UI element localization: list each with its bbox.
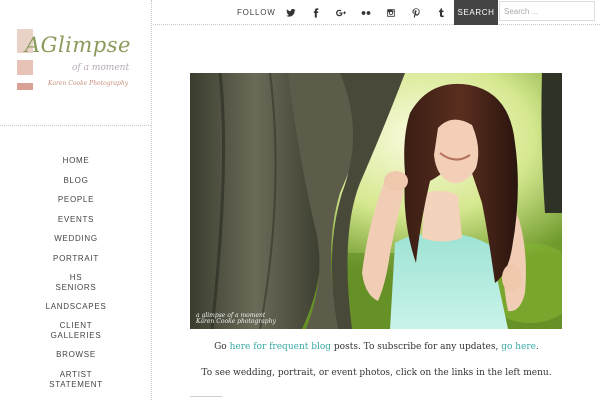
follow-label: FOLLOW — [237, 8, 276, 17]
nav-label: SENIORS — [55, 283, 97, 292]
photo-watermark: a glimpse of a moment Karen Cooke photog… — [196, 313, 276, 325]
nav-label: BLOG — [63, 176, 89, 185]
search-button[interactable]: SEARCH — [454, 0, 498, 25]
nav-label: HOME — [62, 156, 90, 165]
nav-label: ARTIST — [59, 370, 93, 379]
tumblr-icon[interactable] — [434, 6, 448, 20]
nav-label: GALLERIES — [50, 331, 102, 340]
intro-line-1: Go here for frequent blog posts. To subs… — [153, 342, 600, 352]
nav-item-home[interactable]: HOME — [0, 156, 152, 166]
nav-item-portrait[interactable]: PORTRAIT — [0, 254, 152, 264]
logo-color-block — [17, 60, 33, 75]
photo-illustration — [190, 73, 562, 329]
nav-item-wedding[interactable]: WEDDING — [0, 234, 152, 244]
nav-label: CLIENT — [59, 321, 93, 330]
nav-label: EVENTS — [57, 215, 95, 224]
pinterest-icon[interactable] — [409, 6, 423, 20]
nav-item-hs-seniors[interactable]: HS SENIORS — [0, 273, 152, 293]
blog-link[interactable]: here for frequent blog — [230, 342, 331, 352]
nav-item-landscapes[interactable]: LANDSCAPES — [0, 302, 152, 312]
twitter-icon[interactable] — [284, 6, 298, 20]
facebook-icon[interactable] — [309, 6, 323, 20]
sidebar: AGlimpse of a moment Karen Cooke Photogr… — [0, 0, 152, 400]
nav-label: LANDSCAPES — [45, 302, 107, 311]
logo-title: AGlimpse — [25, 33, 131, 57]
divider — [190, 396, 222, 397]
intro-line-2: To see wedding, portrait, or event photo… — [201, 368, 552, 378]
text-fragment: Go — [214, 342, 230, 352]
instagram-icon[interactable] — [384, 6, 398, 20]
top-bar: FOLLOW SEARCH — [153, 0, 600, 25]
watermark-line: Karen Cooke photography — [196, 318, 276, 325]
nav-label: HS — [69, 273, 83, 282]
site-logo[interactable]: AGlimpse of a moment Karen Cooke Photogr… — [0, 0, 151, 126]
logo-color-block — [17, 83, 33, 90]
nav-item-browse[interactable]: BROWSE — [0, 350, 152, 360]
nav-item-artist-statement[interactable]: ARTIST STATEMENT — [0, 370, 152, 390]
nav-label: WEDDING — [54, 234, 98, 243]
nav-item-events[interactable]: EVENTS — [0, 215, 152, 225]
nav-item-blog[interactable]: BLOG — [0, 176, 152, 186]
nav-label: STATEMENT — [49, 380, 103, 389]
logo-tagline: of a moment — [72, 63, 130, 73]
featured-photo: a glimpse of a moment Karen Cooke photog… — [190, 73, 562, 329]
flickr-icon[interactable] — [359, 6, 373, 20]
nav-label: PORTRAIT — [53, 254, 99, 263]
text-fragment: . — [536, 342, 539, 352]
nav-item-people[interactable]: PEOPLE — [0, 195, 152, 205]
google-plus-icon[interactable] — [334, 6, 348, 20]
text-fragment: posts. To subscribe for any updates, — [331, 342, 502, 352]
nav-label: PEOPLE — [57, 195, 95, 204]
logo-credit: Karen Cooke Photography — [48, 80, 129, 87]
nav-item-client-galleries[interactable]: CLIENT GALLERIES — [0, 321, 152, 341]
nav-label: BROWSE — [56, 350, 96, 359]
subscribe-link[interactable]: go here — [501, 342, 536, 352]
search-input[interactable] — [499, 1, 595, 21]
